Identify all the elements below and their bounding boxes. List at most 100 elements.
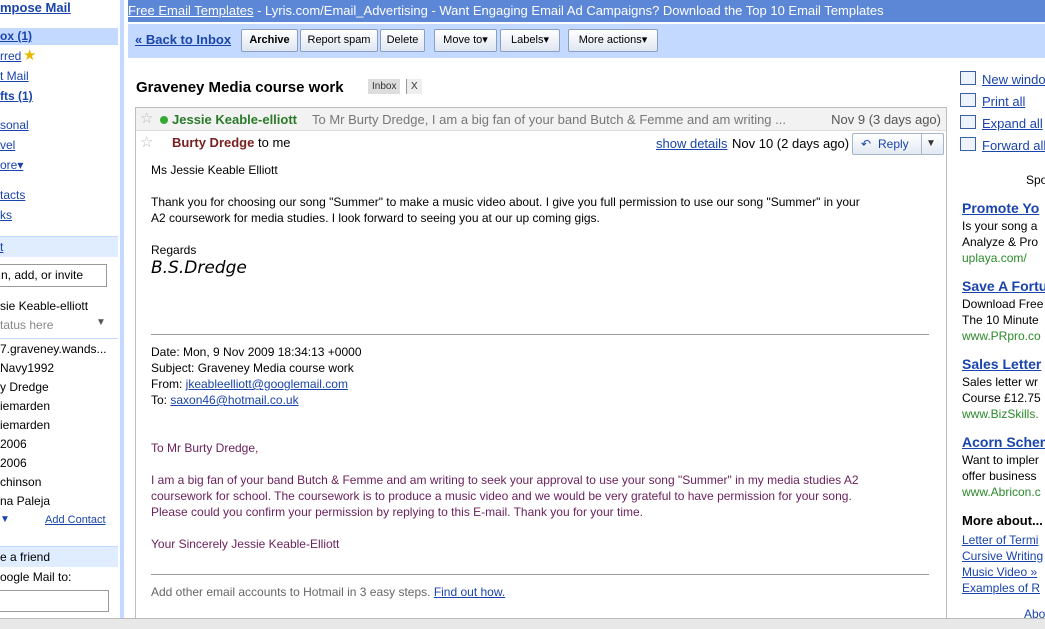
collapsed-sender: Jessie Keable-elliott <box>172 112 297 127</box>
right-sidebar: New windo Print all Expand all Forward a… <box>960 66 1045 618</box>
collapsed-message[interactable]: ☆ Jessie Keable-elliott To Mr Burty Dred… <box>136 108 946 131</box>
message-date: Nov 10 (2 days ago) <box>732 136 850 151</box>
collapsed-date: Nov 9 (3 days ago) <box>831 112 941 127</box>
ad-url[interactable]: www.BizSkills. <box>962 407 1039 421</box>
chat-contact[interactable]: Navy1992 <box>0 361 54 375</box>
quoted-to-email-link[interactable]: saxon46@hotmail.co.uk <box>170 393 298 407</box>
chat-header-label[interactable]: t <box>0 240 3 254</box>
ad-url[interactable]: www.PRpro.co <box>962 329 1041 343</box>
ad-text: Is your song a <box>962 219 1038 233</box>
ad-text: Download Free <box>962 297 1044 311</box>
about-link[interactable]: Abo <box>1024 607 1045 618</box>
chevron-down-icon[interactable]: ▼ <box>926 134 936 154</box>
quoted-body-line: coursework for school. The coursework is… <box>151 489 852 503</box>
star-outline-icon[interactable]: ☆ <box>140 133 153 151</box>
print-all-action[interactable]: Print all <box>960 93 1025 109</box>
ad-url[interactable]: uplaya.com/ <box>962 251 1027 265</box>
quoted-to: To: saxon46@hotmail.co.uk <box>151 393 299 407</box>
chat-contact[interactable]: iemarden <box>0 418 50 432</box>
chat-contact[interactable]: 2006 <box>0 437 27 451</box>
chat-options-icon[interactable]: ▼ <box>0 514 10 525</box>
chat-contact[interactable]: iemarden <box>0 399 50 413</box>
nav-label-personal[interactable]: sonal <box>0 118 29 132</box>
print-all-link[interactable]: Print all <box>982 94 1025 109</box>
left-navigation: mpose Mail ox (1) rred ★ t Mail fts (1) … <box>0 0 118 618</box>
chat-contact[interactable]: 7.graveney.wands... <box>0 342 107 356</box>
chat-contact[interactable]: na Paleja <box>0 494 50 508</box>
quoted-closing: Your Sincerely Jessie Keable-Elliott <box>151 537 340 551</box>
archive-button[interactable]: Archive <box>241 29 298 52</box>
quoted-subject: Subject: Graveney Media course work <box>151 361 354 375</box>
more-about-header: More about... <box>962 513 1043 528</box>
labels-dropdown[interactable]: Labels▾ <box>500 29 560 52</box>
nav-inbox[interactable]: ox (1) <box>0 29 32 43</box>
message-signature: B.S.Dredge <box>151 258 247 278</box>
show-details-link[interactable]: show details <box>656 136 728 151</box>
nav-starred[interactable]: rred <box>0 49 21 63</box>
top-ad-link[interactable]: Free Email Templates <box>128 3 253 18</box>
chevron-down-icon[interactable]: ▼ <box>96 317 106 328</box>
invite-email-input[interactable] <box>0 590 109 612</box>
nav-label-travel[interactable]: vel <box>0 138 15 152</box>
find-out-how-link[interactable]: Find out how. <box>434 585 505 599</box>
ad-text: offer business <box>962 469 1037 483</box>
move-to-dropdown[interactable]: Move to▾ <box>434 29 497 52</box>
invite-label: oogle Mail to: <box>0 570 72 584</box>
ad-title-link[interactable]: Sales Letter <box>962 356 1041 372</box>
nav-contacts[interactable]: tacts <box>0 188 25 202</box>
ad-title-link[interactable]: Save A Fortu <box>962 278 1045 294</box>
chat-search-input[interactable]: n, add, or invite <box>0 264 107 287</box>
more-about-link[interactable]: Cursive Writing <box>962 549 1043 563</box>
ad-text: Sales letter wr <box>962 375 1039 389</box>
divider <box>0 338 118 339</box>
forward-all-link[interactable]: Forward all <box>982 138 1045 153</box>
forward-all-action[interactable]: Forward all <box>960 137 1045 153</box>
message-sender[interactable]: Burty Dredge <box>172 135 254 150</box>
chat-status-field[interactable]: tatus here <box>0 318 53 332</box>
more-about-link[interactable]: Examples of R <box>962 581 1040 595</box>
chat-search-placeholder: n, add, or invite <box>1 268 84 282</box>
quoted-from: From: jkeableelliott@googlemail.com <box>151 377 348 391</box>
chat-contact[interactable]: 2006 <box>0 456 27 470</box>
expand-all-link[interactable]: Expand all <box>982 116 1043 131</box>
compose-mail-link[interactable]: mpose Mail <box>0 0 71 15</box>
reply-arrow-icon: ↶ <box>861 137 872 151</box>
sponsored-links-header: Spo <box>1026 173 1045 187</box>
report-spam-button[interactable]: Report spam <box>300 29 378 52</box>
ad-url[interactable]: www.Abricon.c <box>962 485 1041 499</box>
new-window-link[interactable]: New windo <box>982 72 1045 87</box>
more-about-link[interactable]: Letter of Termi <box>962 533 1038 547</box>
more-about-link[interactable]: Music Video » <box>962 565 1037 579</box>
inbox-label-chip[interactable]: Inbox <box>368 79 401 94</box>
top-ad-bar: Free Email Templates - Lyris.com/Email_A… <box>128 0 1045 22</box>
quoted-from-email-link[interactable]: jkeableelliott@googlemail.com <box>186 377 348 391</box>
nav-drafts[interactable]: fts (1) <box>0 89 33 103</box>
add-contact-link[interactable]: Add Contact <box>45 514 106 526</box>
quoted-body-line: Please could you confirm your permission… <box>151 505 643 519</box>
footer-divider <box>151 574 929 575</box>
delete-button[interactable]: Delete <box>380 29 425 52</box>
back-to-inbox-link[interactable]: « Back to Inbox <box>135 32 231 47</box>
reply-button[interactable]: ↶ Reply ▼ <box>852 133 944 155</box>
message-body-line: A2 coursework for media studies. I look … <box>151 211 600 225</box>
ad-text: Analyze & Pro <box>962 235 1039 249</box>
quote-divider <box>151 334 929 335</box>
expand-all-action[interactable]: Expand all <box>960 115 1043 131</box>
remove-label-button[interactable]: X <box>406 79 422 94</box>
nav-sent-mail[interactable]: t Mail <box>0 69 29 83</box>
chat-contact[interactable]: chinson <box>0 475 41 489</box>
ad-title-link[interactable]: Acorn Schem <box>962 434 1045 450</box>
chat-me-name: sie Keable-elliott <box>0 299 89 313</box>
quoted-greeting: To Mr Burty Dredge, <box>151 441 259 455</box>
chat-contact[interactable]: y Dredge <box>0 380 49 394</box>
nav-more-labels[interactable]: ore▾ <box>0 158 23 172</box>
quoted-date: Date: Mon, 9 Nov 2009 18:34:13 +0000 <box>151 345 362 359</box>
hotmail-footer-text: Add other email accounts to Hotmail in 3… <box>151 585 434 599</box>
ad-title-link[interactable]: Promote Yo <box>962 200 1039 216</box>
star-outline-icon[interactable]: ☆ <box>140 109 153 127</box>
star-icon: ★ <box>23 47 37 64</box>
nav-tasks[interactable]: ks <box>0 208 12 222</box>
new-window-action[interactable]: New windo <box>960 71 1045 87</box>
more-actions-dropdown[interactable]: More actions▾ <box>568 29 658 52</box>
reply-label: Reply <box>878 137 909 151</box>
